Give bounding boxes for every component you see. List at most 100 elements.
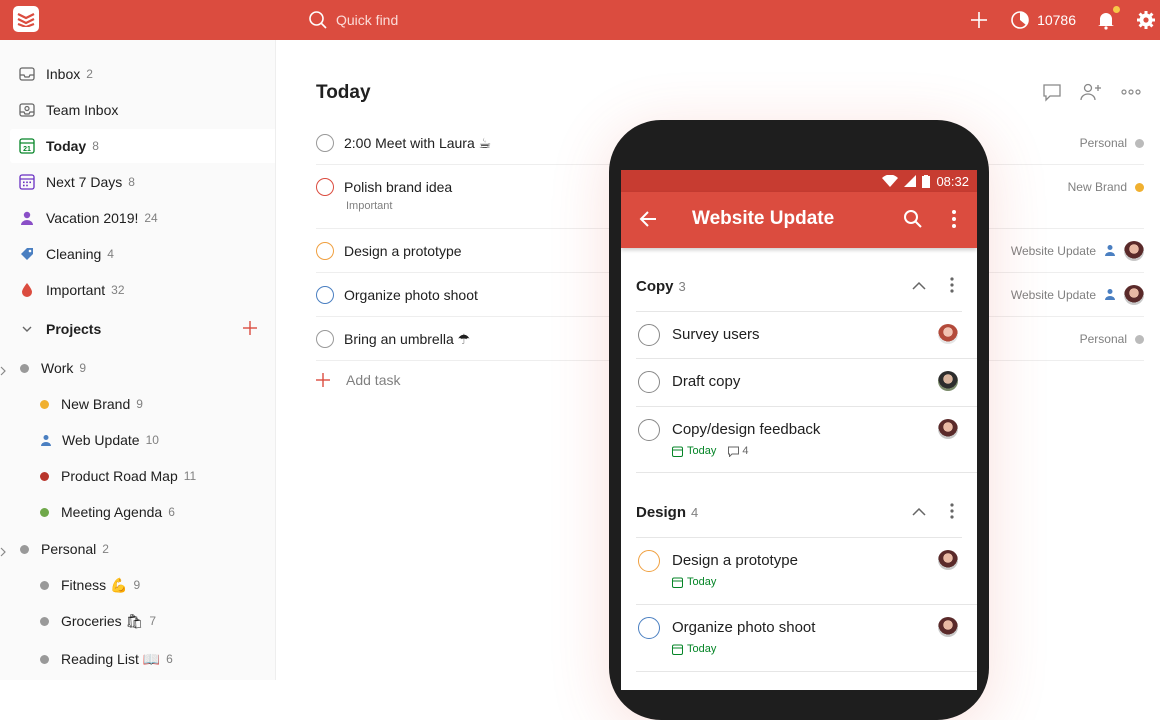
project-fitness[interactable]: Fitness 💪 9 [40, 568, 290, 602]
phone-app-bar: Website Update [621, 192, 977, 248]
project-count: 10 [145, 433, 159, 447]
assignee-avatar [938, 419, 958, 439]
project-product-road-map[interactable]: Product Road Map 11 [40, 459, 290, 493]
section-name: Copy [636, 278, 674, 295]
task-due-date: Today [687, 576, 717, 588]
phone-task-row[interactable]: Design a prototype Today [636, 538, 977, 605]
sidebar-item-important[interactable]: Important 32 [10, 273, 275, 307]
phone-more-button[interactable] [951, 209, 957, 234]
project-web-update[interactable]: Web Update 10 [40, 423, 290, 457]
add-task-button[interactable] [970, 11, 988, 29]
sidebar-item-inbox[interactable]: Inbox 2 [10, 57, 275, 91]
calendar-icon [672, 446, 683, 457]
project-label: Product Road Map [61, 468, 178, 484]
sidebar-item-today[interactable]: 21 Today 8 [10, 129, 275, 163]
project-label: Web Update [62, 432, 140, 448]
section-header-copy[interactable]: Copy 3 [636, 262, 962, 312]
task-checkbox[interactable] [316, 242, 334, 260]
add-project-button[interactable] [243, 321, 257, 338]
drop-icon [18, 281, 36, 299]
project-count: 9 [136, 397, 143, 411]
inbox-icon [18, 65, 36, 83]
plus-icon [243, 321, 257, 335]
phone-project-title: Website Update [692, 208, 835, 229]
phone-task-row[interactable]: Organize photo shoot Today [636, 605, 977, 672]
task-checkbox[interactable] [638, 419, 660, 441]
person-icon [1104, 288, 1116, 303]
task-checkbox[interactable] [638, 324, 660, 346]
projects-label: Projects [46, 321, 102, 337]
gear-icon [1137, 11, 1155, 29]
phone-mockup: 08:32 Website Update Copy 3 Survey users… [609, 120, 989, 720]
sidebar-item-next-7-days[interactable]: Next 7 Days 8 [10, 165, 275, 199]
more-options-button[interactable] [1120, 82, 1142, 107]
label-tag-icon [18, 245, 36, 263]
task-project: New Brand [1067, 180, 1127, 194]
sidebar-item-cleaning[interactable]: Cleaning 4 [10, 237, 275, 271]
task-checkbox[interactable] [316, 134, 334, 152]
task-title: Organize photo shoot [344, 287, 478, 303]
todoist-logo-icon[interactable] [13, 6, 39, 32]
signal-icon [904, 175, 917, 187]
chevron-right-icon[interactable] [0, 363, 8, 381]
quick-find-input[interactable]: Quick find [308, 7, 568, 33]
project-groceries[interactable]: Groceries 🛍 7 [40, 604, 290, 638]
project-color-dot [1135, 182, 1144, 192]
sidebar-item-team-inbox[interactable]: Team Inbox [10, 93, 275, 127]
task-checkbox[interactable] [638, 550, 660, 572]
project-label: New Brand [61, 396, 131, 412]
section-header-design[interactable]: Design 4 [636, 488, 962, 538]
project-count: 7 [149, 614, 157, 628]
phone-task-row[interactable]: Copy/design feedback Today 4 [636, 407, 977, 473]
collapse-section-button[interactable] [912, 504, 926, 521]
task-checkbox[interactable] [316, 178, 334, 196]
task-checkbox[interactable] [316, 286, 334, 304]
project-reading-list[interactable]: Reading List 📖 6 [40, 642, 290, 676]
chevron-right-icon[interactable] [0, 544, 8, 562]
chevron-up-icon [912, 281, 926, 290]
share-button[interactable] [1080, 82, 1102, 107]
task-checkbox[interactable] [638, 371, 660, 393]
sidebar-item-count: 24 [144, 211, 158, 225]
comments-button[interactable] [1042, 82, 1062, 107]
notifications-button[interactable] [1096, 6, 1120, 30]
project-label: Fitness 💪 [61, 576, 128, 593]
phone-task-row[interactable]: Survey users [636, 312, 977, 359]
task-checkbox[interactable] [316, 330, 334, 348]
add-task-button[interactable]: Add task [316, 372, 400, 388]
task-checkbox[interactable] [638, 617, 660, 639]
add-task-label: Add task [346, 372, 401, 388]
project-personal[interactable]: Personal 2 [20, 532, 270, 566]
battery-icon [922, 174, 931, 188]
quick-find-placeholder: Quick find [336, 12, 399, 28]
add-person-icon [1080, 83, 1101, 101]
person-icon [1104, 244, 1116, 259]
collapse-section-button[interactable] [912, 278, 926, 295]
project-work[interactable]: Work 9 [20, 351, 270, 385]
project-meeting-agenda[interactable]: Meeting Agenda 6 [40, 495, 290, 529]
karma-button[interactable]: 10786 [1010, 10, 1076, 30]
calendar-icon [672, 644, 683, 655]
settings-button[interactable] [1136, 10, 1156, 30]
phone-search-button[interactable] [903, 209, 923, 234]
projects-header[interactable]: Projects [10, 312, 275, 346]
back-button[interactable] [639, 210, 657, 233]
project-new-brand[interactable]: New Brand 9 [40, 387, 290, 421]
project-color-dot [20, 544, 29, 554]
task-title: Bring an umbrella ☂ [344, 331, 471, 347]
plus-icon [316, 373, 330, 387]
section-more-button[interactable] [950, 502, 954, 523]
assignee-avatar [938, 324, 958, 344]
project-color-dot [40, 399, 49, 409]
sidebar-item-count: 2 [86, 67, 93, 81]
section-more-button[interactable] [950, 276, 954, 297]
sidebar-item-count: 32 [111, 283, 125, 297]
svg-text:21: 21 [23, 146, 31, 153]
person-icon [18, 209, 36, 227]
project-count: 9 [79, 361, 87, 375]
top-bar: Quick find 10786 [0, 0, 1160, 40]
wifi-icon [882, 175, 899, 187]
sidebar-item-vacation-2019[interactable]: Vacation 2019! 24 [10, 201, 275, 235]
phone-task-row[interactable]: Draft copy [636, 359, 977, 407]
project-label: Groceries 🛍 [61, 612, 144, 629]
